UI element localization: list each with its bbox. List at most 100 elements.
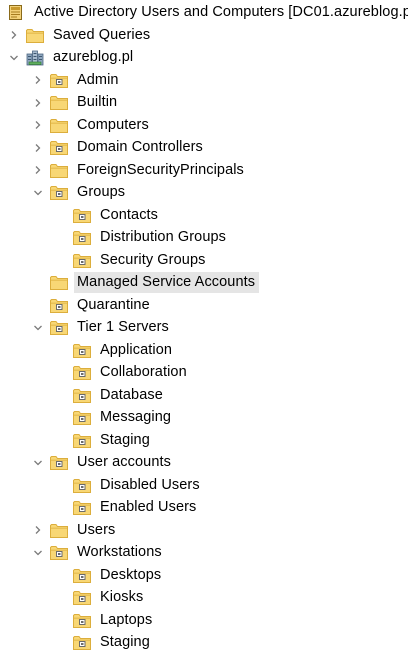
ou-folder-icon (73, 500, 91, 516)
tree-item-label: Contacts (100, 206, 159, 223)
tree-item-collaboration[interactable]: Collaboration (55, 362, 191, 384)
ou-folder-icon (73, 252, 91, 268)
tree-item-label: Admin (77, 71, 119, 88)
tree-item-builtin[interactable]: Builtin (32, 92, 121, 114)
ou-folder-icon (73, 635, 91, 651)
chevron-right-icon[interactable] (32, 137, 44, 159)
tree-item-computers[interactable]: Computers (32, 114, 153, 136)
tree-item-label: Application (100, 341, 173, 358)
tree-item-admin[interactable]: Admin (32, 69, 123, 91)
tree-item-laptops[interactable]: Laptops (55, 609, 156, 631)
tree-item-domain-controllers[interactable]: Domain Controllers (32, 137, 207, 159)
chevron-right-icon[interactable] (32, 69, 44, 91)
tree-item-desktops[interactable]: Desktops (55, 564, 165, 586)
tree-item-label: Distribution Groups (100, 229, 227, 245)
ou-folder-icon (73, 342, 91, 358)
folder-icon (50, 275, 68, 291)
tree-item-label: Users (77, 521, 116, 538)
tree-item-kiosks[interactable]: Kiosks (55, 587, 147, 609)
folder-icon (50, 95, 68, 111)
tree-item-label: Quarantine (77, 296, 150, 313)
chevron-right-icon[interactable] (32, 159, 44, 181)
ou-folder-icon (50, 185, 68, 201)
tree-item-saved-queries[interactable]: Saved Queries (8, 24, 154, 46)
ou-folder-icon (73, 230, 91, 246)
folder-icon (50, 117, 68, 133)
tree-item-tier-1-servers[interactable]: Tier 1 Servers (32, 317, 173, 339)
tree-item-label: azureblog.pl (53, 49, 134, 65)
ou-folder-icon (73, 410, 91, 426)
tree-item-label: Managed Service Accounts (74, 272, 260, 293)
domain-icon (26, 50, 44, 66)
tree-item-disabled-users[interactable]: Disabled Users (55, 474, 204, 496)
tree-item-foreignsecurityprincipals[interactable]: ForeignSecurityPrincipals (32, 159, 248, 181)
ou-folder-icon (73, 207, 91, 223)
tree-item-application[interactable]: Application (55, 339, 176, 361)
tree-item-workstations[interactable]: Workstations (32, 542, 166, 564)
tree-item-label: Desktops (100, 566, 162, 583)
tree-item-database[interactable]: Database (55, 384, 167, 406)
ou-folder-icon (50, 320, 68, 336)
tree-item-enabled-users[interactable]: Enabled Users (55, 497, 200, 519)
chevron-right-icon[interactable] (32, 92, 44, 114)
aduc-console-icon (8, 4, 22, 20)
tree-root[interactable]: Active Directory Users and Computers [DC… (8, 1, 408, 23)
tree-item-label: Security Groups (100, 251, 206, 268)
tree-item-distribution-groups[interactable]: Distribution Groups (55, 227, 230, 249)
ou-folder-icon (50, 297, 68, 313)
tree-item-user-accounts[interactable]: User accounts (32, 452, 175, 474)
ou-folder-icon (73, 477, 91, 493)
ou-folder-icon (73, 365, 91, 381)
tree-root-label: Active Directory Users and Computers [DC… (34, 3, 408, 20)
folder-icon (50, 162, 68, 178)
chevron-right-icon[interactable] (8, 24, 20, 46)
ou-folder-icon (50, 72, 68, 88)
ou-folder-icon (73, 567, 91, 583)
tree-item-label: Kiosks (100, 589, 144, 605)
tree-item-users[interactable]: Users (32, 519, 119, 541)
tree-item-groups[interactable]: Groups (32, 182, 129, 204)
tree-item-label: ForeignSecurityPrincipals (77, 161, 244, 178)
tree-item-label: Groups (77, 184, 126, 200)
tree-item-label: Enabled Users (100, 499, 197, 515)
chevron-right-icon[interactable] (32, 519, 44, 541)
ou-folder-icon (50, 140, 68, 156)
tree-item-messaging[interactable]: Messaging (55, 407, 175, 429)
tree-item-label: Messaging (100, 409, 172, 425)
tree-item-contacts[interactable]: Contacts (55, 204, 162, 226)
tree-item-label: Staging (100, 634, 150, 650)
ou-folder-icon (50, 545, 68, 561)
ou-folder-icon (73, 387, 91, 403)
tree-item-security-groups[interactable]: Security Groups (55, 249, 209, 271)
tree-item-label: User accounts (77, 454, 171, 470)
tree-item-quarantine[interactable]: Quarantine (32, 294, 154, 316)
tree-item-label: Workstations (77, 544, 162, 560)
tree-item-managed-service-accounts[interactable]: Managed Service Accounts (32, 272, 260, 294)
chevron-down-icon[interactable] (32, 542, 44, 564)
tree-item-label: Disabled Users (100, 476, 200, 493)
chevron-down-icon[interactable] (32, 452, 44, 474)
tree-item-label: Database (100, 386, 163, 403)
folder-icon (26, 27, 44, 43)
tree-item-staging[interactable]: Staging (55, 429, 154, 451)
chevron-down-icon[interactable] (32, 317, 44, 339)
tree-item-azureblog-pl[interactable]: azureblog.pl (8, 47, 137, 69)
chevron-right-icon[interactable] (32, 114, 44, 136)
chevron-down-icon[interactable] (32, 182, 44, 204)
tree-item-staging[interactable]: Staging (55, 632, 154, 654)
chevron-down-icon[interactable] (8, 47, 20, 69)
